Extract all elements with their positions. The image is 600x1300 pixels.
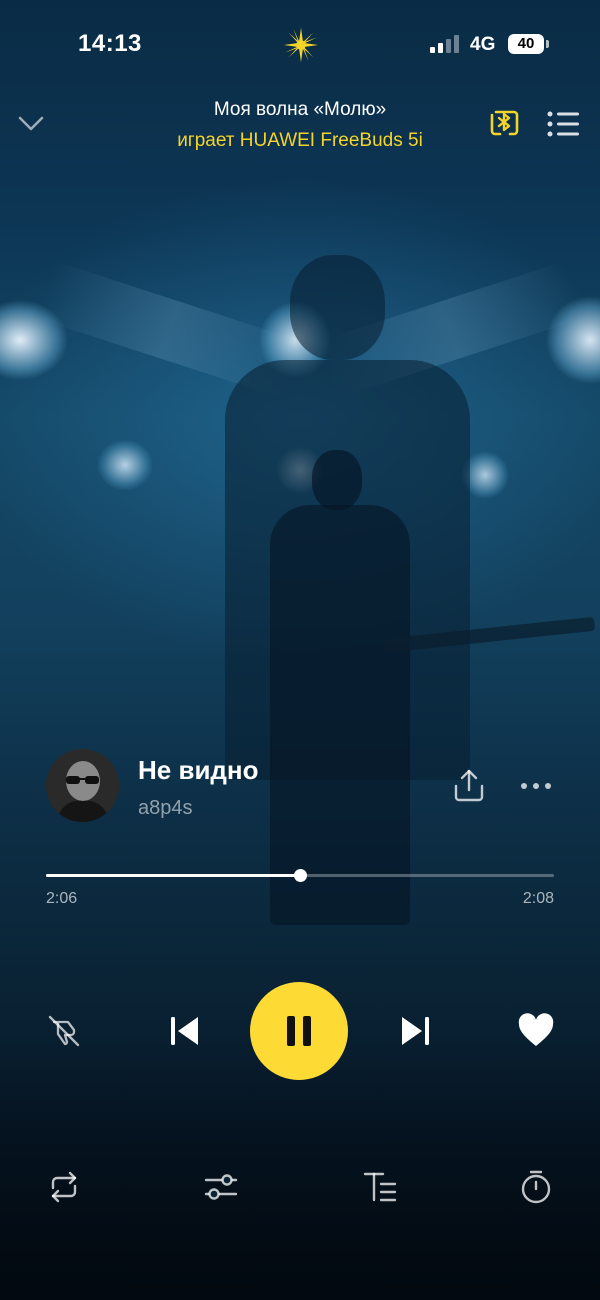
more-icon[interactable] [518,776,554,796]
share-icon[interactable] [452,768,486,804]
performer-silhouette [290,255,385,360]
dislike-icon[interactable] [46,1013,82,1049]
status-time: 14:13 [78,30,142,57]
current-time: 2:06 [46,890,78,907]
performer-silhouette [312,450,362,510]
bluetooth-output-icon[interactable] [488,106,522,140]
play-pause-button[interactable] [250,982,348,1080]
previous-icon[interactable] [167,1013,203,1049]
performer-silhouette [270,505,410,925]
sun-logo-icon [283,27,319,63]
track-duration: 2:08 [522,890,554,907]
lyrics-icon[interactable] [361,1168,399,1206]
progress-fill [46,874,300,877]
artist-avatar[interactable] [46,749,119,822]
next-icon[interactable] [397,1013,433,1049]
battery-tip [546,40,549,48]
status-bar: 14:13 4G 40 [0,0,600,90]
battery-icon: 40 [508,34,544,54]
progress-thumb[interactable] [294,869,307,882]
track-artist[interactable]: a8p4s [138,797,193,820]
queue-list-icon[interactable] [546,110,580,138]
artist-photo [46,749,119,822]
progress-bar[interactable] [46,869,554,882]
repeat-icon[interactable] [45,1168,83,1206]
sleep-timer-icon[interactable] [517,1168,555,1206]
background-video-frame [0,0,600,1300]
equalizer-icon[interactable] [202,1168,240,1206]
network-type: 4G [470,34,496,55]
track-title[interactable]: Не видно [138,755,259,786]
signal-icon [430,35,459,53]
heart-icon[interactable] [517,1013,555,1049]
pause-icon [287,1016,311,1046]
